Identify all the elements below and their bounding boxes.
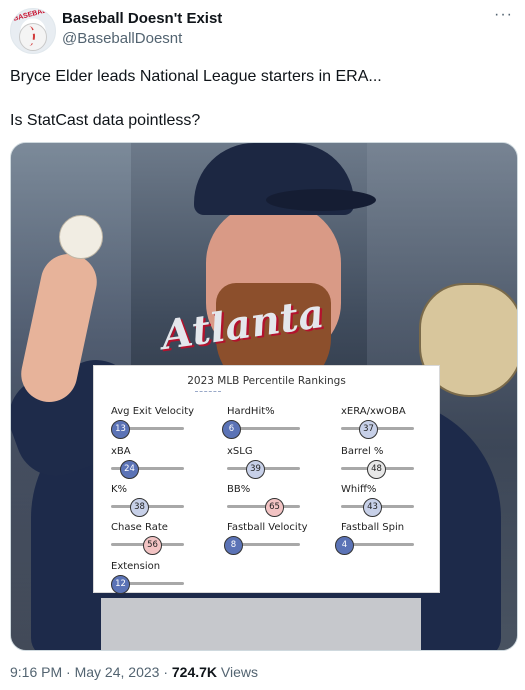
percentile-dot: 38 [130,498,149,517]
tweet-text: Bryce Elder leads National League starte… [10,66,515,132]
metric-label: xBA [111,446,131,457]
metric-label: Barrel % [341,446,384,457]
metric-label: Fastball Velocity [227,522,308,533]
percentile-dot: 6 [222,420,241,439]
percentile-metric: Chase Rate 56 [111,522,211,556]
percentile-dot: 39 [246,460,265,479]
meta-separator: · [159,664,172,680]
percentile-metric: K% 38 [111,484,211,518]
metric-label: Extension [111,561,161,572]
percentile-metric: Avg Exit Velocity 13 [111,406,211,440]
percentile-dot: 65 [265,498,284,517]
tweet-date[interactable]: May 24, 2023 [75,664,160,680]
percentile-rankings-card: 2023 MLB Percentile Rankings Avg Exit Ve… [93,365,441,595]
percentile-dot: 8 [224,536,243,555]
title-underline [195,391,221,392]
percentile-dot: 37 [359,420,378,439]
tweet-text-line: Is StatCast data pointless? [10,112,201,129]
cap-brim [266,189,376,211]
percentile-metric: Whiff% 43 [341,484,441,518]
baseball [59,215,103,259]
card-title: 2023 MLB Percentile Rankings [187,375,346,387]
percentile-dot: 56 [143,536,162,555]
metric-label: Fastball Spin [341,522,405,533]
percentile-track [227,505,300,508]
percentile-metric: xSLG 39 [227,446,327,480]
metric-label: BB% [227,484,251,495]
percentile-metric: HardHit% 6 [222,406,327,440]
metric-label: xERA/xwOBA [341,406,406,417]
views-label: Views [217,664,259,680]
tweet-meta: 9:16 PM · May 24, 2023 · 724.7K Views [10,664,258,680]
author-avatar[interactable]: BASEBALL [10,8,56,54]
metric-label: Avg Exit Velocity [111,406,195,417]
avatar-logo-text: BASEBALL [12,8,52,23]
author-name[interactable]: Baseball Doesn't Exist [62,10,222,27]
percentile-metric: xBA 24 [111,446,211,480]
percentile-dot: 24 [120,460,139,479]
percentile-metric: Fastball Spin 4 [335,522,441,556]
pitcher-pants [101,598,421,650]
views-count: 724.7K [171,664,218,680]
percentile-dot: 13 [111,420,130,439]
metric-label: xSLG [227,446,253,457]
percentile-dot: 12 [111,575,130,594]
baseball-icon [19,23,47,51]
percentile-metric: Barrel % 48 [341,446,441,480]
meta-separator: · [62,664,75,680]
percentile-dot: 48 [367,460,386,479]
percentile-metric: BB% 65 [227,484,327,518]
percentile-metric: xERA/xwOBA 37 [341,406,441,440]
tweet-time[interactable]: 9:16 PM [10,664,62,680]
metric-label: K% [111,484,128,495]
percentile-metric: Extension 12 [111,561,211,595]
metric-label: Chase Rate [111,522,168,533]
metric-label: Whiff% [341,484,377,495]
percentile-metric: Fastball Velocity 8 [224,522,327,556]
author-handle[interactable]: @BaseballDoesnt [62,30,182,47]
percentile-dot: 43 [363,498,382,517]
more-options-icon[interactable]: ··· [494,6,513,24]
percentile-dot: 4 [335,536,354,555]
tweet-photo[interactable]: Atlanta 2023 MLB Percentile Rankings Avg… [10,142,518,651]
metric-label: HardHit% [227,406,275,417]
tweet-text-line: Bryce Elder leads National League starte… [10,68,382,85]
